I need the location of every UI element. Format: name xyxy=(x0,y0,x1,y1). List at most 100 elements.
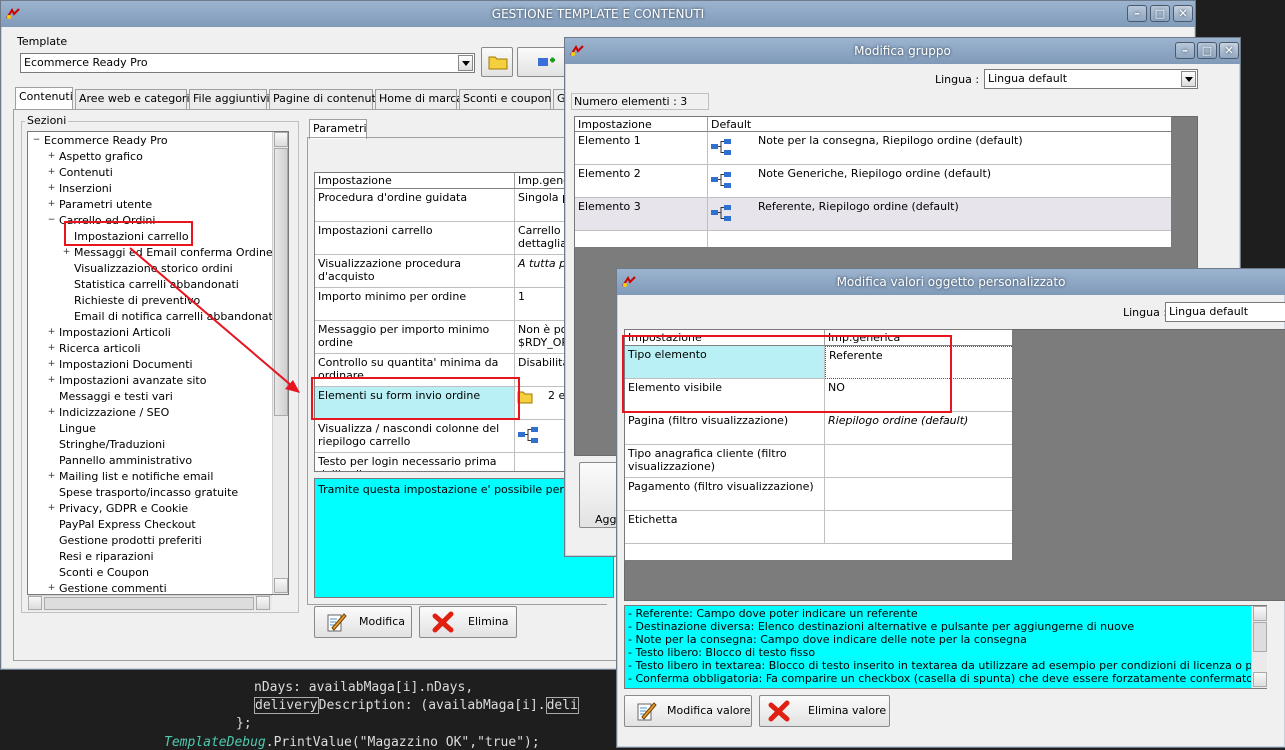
tree-item-label: Impostazioni Documenti xyxy=(59,358,193,371)
modifica-button[interactable]: Modifica xyxy=(314,606,412,638)
oggetto-row-value[interactable] xyxy=(825,511,1012,544)
expand-icon[interactable]: + xyxy=(47,408,56,418)
tab-parametri[interactable]: Parametri xyxy=(309,119,367,139)
elimina-button[interactable]: Elimina xyxy=(419,606,517,638)
grid-row-name[interactable]: Visualizzazione procedura d'acquisto xyxy=(315,255,515,288)
delete-x-icon xyxy=(768,700,790,722)
oggetto-row-value[interactable]: Riepilogo ordine (default) xyxy=(825,412,1012,445)
modifica-valore-label: Modifica valore xyxy=(667,704,751,717)
tree-item-label: Visualizzazione storico ordini xyxy=(74,262,233,275)
collapse-icon[interactable]: − xyxy=(32,136,41,146)
help-line: - Testo libero: Blocco di testo fisso xyxy=(628,646,816,659)
scroll-down-button[interactable] xyxy=(274,578,288,593)
tab-home-marca[interactable]: Home di marca xyxy=(375,89,463,109)
expand-icon[interactable]: + xyxy=(47,344,56,354)
expand-icon[interactable]: + xyxy=(47,152,56,162)
maximize-button[interactable]: □ xyxy=(1197,42,1217,59)
oggetto-row-value[interactable] xyxy=(825,478,1012,511)
modifica-valore-button[interactable]: Modifica valore xyxy=(624,695,752,727)
scroll-right-button[interactable] xyxy=(256,596,270,610)
scroll-up-button[interactable] xyxy=(1253,606,1267,621)
sections-label: Sezioni xyxy=(25,114,69,127)
tab-contenuti[interactable]: Contenuti xyxy=(15,87,73,109)
tab-aree-web[interactable]: Aree web e categorie xyxy=(75,89,196,109)
gruppo-row-value[interactable]: Note per la consegna, Riepilogo ordine (… xyxy=(708,132,1171,165)
expand-icon[interactable]: + xyxy=(47,584,56,594)
oggetto-row-name[interactable]: Tipo anagrafica cliente (filtro visualiz… xyxy=(625,445,825,478)
gruppo-row-value[interactable]: Note Generiche, Riepilogo ordine (defaul… xyxy=(708,165,1171,198)
grid-row-name[interactable]: Testo per login necessario prima dell'or… xyxy=(315,453,515,471)
tree-item-label: Pannello amministrativo xyxy=(59,454,193,467)
gruppo-row-value[interactable]: Referente, Riepilogo ordine (default) xyxy=(708,198,1171,231)
scroll-down-button[interactable] xyxy=(1253,672,1267,687)
code-editor-line: }; xyxy=(236,716,252,731)
minimize-button[interactable]: – xyxy=(1127,5,1147,22)
expand-icon[interactable]: + xyxy=(62,248,71,258)
scroll-left-button[interactable] xyxy=(28,596,42,610)
modifica-label: Modifica xyxy=(359,615,405,628)
help-line: - Conferma obbligatoria: Fa comparire un… xyxy=(628,672,1267,685)
grid-row-name[interactable]: Importo minimo per ordine xyxy=(315,288,515,321)
close-button[interactable]: ✕ xyxy=(1219,42,1239,59)
grid-row-name[interactable]: Impostazioni carrello xyxy=(315,222,515,255)
tree-item-label: Impostazioni Articoli xyxy=(59,326,171,339)
tab-file-aggiuntivi[interactable]: File aggiuntivi xyxy=(189,89,270,109)
main-window-title: GESTIONE TEMPLATE E CONTENUTI xyxy=(491,7,705,21)
help-line: - Referente: Campo dove poter indicare u… xyxy=(628,607,918,620)
oggetto-row-name[interactable]: Etichetta xyxy=(625,511,825,544)
minimize-button[interactable]: – xyxy=(1175,42,1195,59)
add-template-button[interactable] xyxy=(517,47,567,77)
expand-icon[interactable]: + xyxy=(47,168,56,178)
grid-row-name[interactable]: Messaggio per importo minimo ordine xyxy=(315,321,515,354)
scroll-thumb[interactable] xyxy=(274,148,288,416)
edit-icon xyxy=(327,613,347,632)
tree-item-label: Ricerca articoli xyxy=(59,342,141,355)
gruppo-lingua-value: Lingua default xyxy=(988,72,1068,85)
gruppo-header-impostazione: Impostazione xyxy=(575,117,708,132)
oggetto-row-name[interactable]: Pagina (filtro visualizzazione) xyxy=(625,412,825,445)
help-scrollbar[interactable] xyxy=(1251,606,1267,688)
expand-icon[interactable]: + xyxy=(47,200,56,210)
tab-sconti-coupon[interactable]: Sconti e coupon xyxy=(459,89,551,109)
tab-pagine-contenuti[interactable]: Pagine di contenuti xyxy=(269,89,379,109)
help-line: - Testo libero in textarea: Blocco di te… xyxy=(628,659,1267,672)
close-button[interactable]: ✕ xyxy=(1173,5,1193,22)
help-line: - Note per la consegna: Campo dove indic… xyxy=(628,633,1027,646)
gruppo-lingua-select[interactable]: Lingua default xyxy=(984,69,1198,89)
gruppo-header-default: Default xyxy=(708,117,1171,132)
expand-icon[interactable]: + xyxy=(47,184,56,194)
grid-row-name[interactable]: Visualizza / nascondi colonne del riepil… xyxy=(315,420,515,453)
chevron-down-icon[interactable] xyxy=(458,55,473,71)
expand-icon[interactable]: + xyxy=(47,328,56,338)
collapse-icon[interactable]: − xyxy=(47,216,56,226)
hscroll-thumb[interactable] xyxy=(44,597,254,610)
scroll-up-button[interactable] xyxy=(274,132,288,147)
tree-item-label: Gestione commenti xyxy=(59,582,167,595)
tree-item-label: Impostazioni avanzate sito xyxy=(59,374,207,387)
expand-icon[interactable]: + xyxy=(47,472,56,482)
tree-vertical-scrollbar[interactable] xyxy=(272,132,288,594)
gruppo-row-name[interactable]: Elemento 2 xyxy=(575,165,708,198)
tree-item-label: Sconti e Coupon xyxy=(59,566,149,579)
expand-icon[interactable]: + xyxy=(47,360,56,370)
oggetto-row-name[interactable]: Pagamento (filtro visualizzazione) xyxy=(625,478,825,511)
gruppo-row-name[interactable]: Elemento 1 xyxy=(575,132,708,165)
gruppo-grid[interactable]: Impostazione Default Elemento 1 Note per la… xyxy=(574,116,1172,248)
oggetto-row-value[interactable] xyxy=(825,445,1012,478)
tree-horizontal-scrollbar[interactable] xyxy=(28,595,272,611)
expand-icon[interactable]: + xyxy=(47,504,56,514)
template-select[interactable]: Ecommerce Ready Pro xyxy=(20,53,475,73)
maximize-button[interactable]: □ xyxy=(1150,5,1170,22)
expand-icon[interactable]: + xyxy=(47,376,56,386)
chevron-down-icon[interactable] xyxy=(1181,71,1196,87)
oggetto-lingua-select[interactable]: Lingua default xyxy=(1165,302,1285,322)
elimina-valore-button[interactable]: Elimina valore xyxy=(759,695,890,727)
tree-item-label: Gestione prodotti preferiti xyxy=(59,534,202,547)
sections-tree[interactable]: − Ecommerce Ready Pro + Aspetto grafico + Con… xyxy=(27,131,289,595)
gruppo-row-value-text: Note Generiche, Riepilogo ordine (defaul… xyxy=(758,167,992,180)
grid-row-name[interactable]: Procedura d'ordine guidata xyxy=(315,189,515,222)
code-editor-line: nDays: availabMaga[i].nDays, xyxy=(254,680,474,695)
gruppo-row-name[interactable]: Elemento 3 xyxy=(575,198,708,231)
open-folder-button[interactable] xyxy=(481,47,513,77)
scroll-thumb[interactable] xyxy=(1253,622,1267,652)
